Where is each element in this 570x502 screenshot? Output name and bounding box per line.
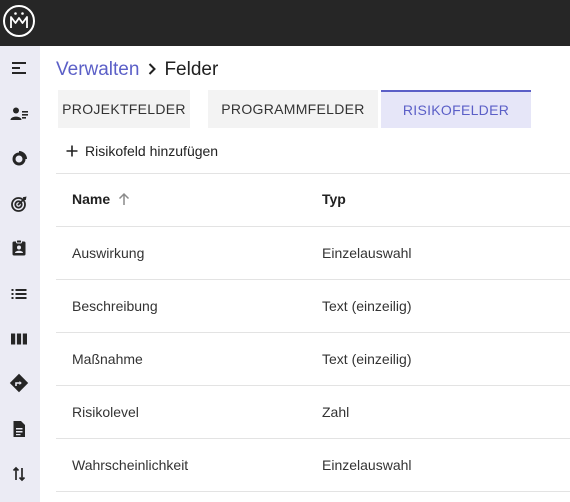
top-bar <box>0 0 570 46</box>
toolbar-divider <box>56 173 570 174</box>
user-list-icon[interactable] <box>8 103 30 125</box>
table-row[interactable]: Auswirkung Einzelauswahl <box>56 227 570 280</box>
row-divider <box>56 491 570 492</box>
list-icon[interactable] <box>8 283 30 305</box>
chevron-right-icon <box>149 63 157 75</box>
cell-type: Einzelauswahl <box>322 245 412 261</box>
menu-collapse-icon[interactable] <box>8 57 30 79</box>
add-risk-field-label: Risikofeld hinzufügen <box>85 143 219 159</box>
cell-type: Einzelauswahl <box>322 457 412 473</box>
add-risk-field-button[interactable]: Risikofeld hinzufügen <box>66 140 218 162</box>
sort-ascending-icon[interactable] <box>117 192 131 206</box>
table-row[interactable]: Beschreibung Text (einzeilig) <box>56 280 570 333</box>
table-row[interactable]: Wahrscheinlichkeit Einzelauswahl <box>56 439 570 492</box>
page-title: Felder <box>164 59 219 80</box>
plus-icon <box>66 145 78 157</box>
tab-projektfelder[interactable]: PROJEKTFELDER <box>58 90 190 128</box>
column-header-name[interactable]: Name <box>72 189 131 209</box>
document-icon[interactable] <box>8 418 30 440</box>
cell-name: Beschreibung <box>72 298 158 314</box>
pie-chart-icon[interactable] <box>8 148 30 170</box>
sort-arrows-icon[interactable] <box>8 463 30 485</box>
cell-name: Maßnahme <box>72 351 143 367</box>
main-content: Verwalten Felder PROJEKTFELDER PROGRAMMFE… <box>40 46 570 502</box>
column-header-name-label: Name <box>72 191 111 207</box>
table-row[interactable]: Risikolevel Zahl <box>56 386 570 439</box>
table-row[interactable]: Maßnahme Text (einzeilig) <box>56 333 570 386</box>
cell-name: Auswirkung <box>72 245 145 261</box>
target-icon[interactable] <box>8 193 30 215</box>
breadcrumb-link-verwalten[interactable]: Verwalten <box>56 59 139 80</box>
cell-name: Risikolevel <box>72 404 139 420</box>
cell-type: Text (einzeilig) <box>322 298 412 314</box>
cell-type: Zahl <box>322 404 350 420</box>
column-header-typ[interactable]: Typ <box>322 189 346 209</box>
tab-programmfelder[interactable]: PROGRAMMFELDER <box>208 90 378 128</box>
sidebar <box>0 46 40 502</box>
columns-icon[interactable] <box>8 328 30 350</box>
mm-logo-icon[interactable] <box>3 5 35 37</box>
cell-type: Text (einzeilig) <box>322 351 412 367</box>
badge-icon[interactable] <box>8 237 30 259</box>
cell-name: Wahrscheinlichkeit <box>72 457 189 473</box>
tab-risikofelder[interactable]: RISIKOFELDER <box>381 90 531 128</box>
breadcrumb: Verwalten Felder <box>56 58 218 82</box>
route-icon[interactable] <box>8 372 30 394</box>
